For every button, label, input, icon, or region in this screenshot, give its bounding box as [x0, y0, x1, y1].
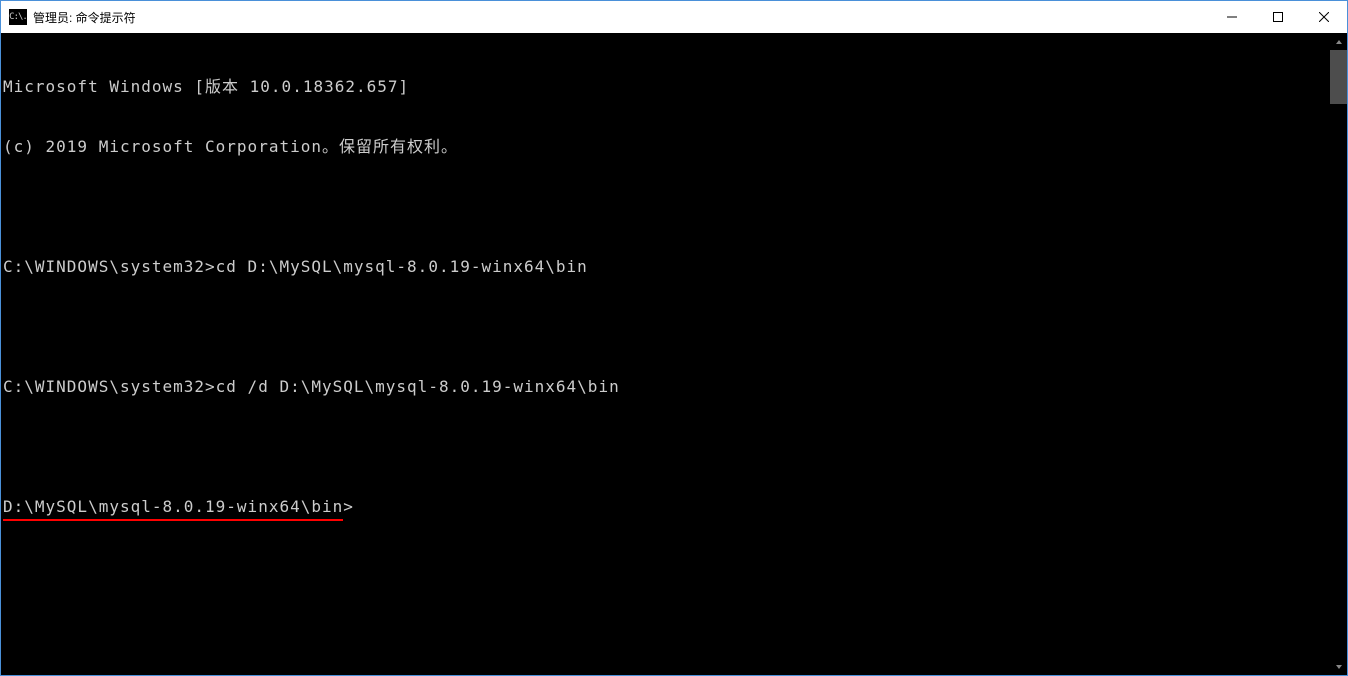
close-button[interactable]	[1301, 1, 1347, 33]
blank-line	[3, 317, 1326, 337]
vertical-scrollbar[interactable]	[1330, 33, 1347, 675]
blank-line	[3, 197, 1326, 217]
close-icon	[1319, 12, 1329, 22]
scroll-up-button[interactable]	[1330, 33, 1347, 50]
prompt: C:\WINDOWS\system32>	[3, 377, 216, 396]
titlebar[interactable]: C:\. 管理员: 命令提示符	[1, 1, 1347, 33]
command-prompt-window: C:\. 管理员: 命令提示符 Microsoft Windows [版本 10…	[0, 0, 1348, 676]
minimize-button[interactable]	[1209, 1, 1255, 33]
command-line: C:\WINDOWS\system32>cd D:\MySQL\mysql-8.…	[3, 257, 1326, 277]
command-text: cd /d D:\MySQL\mysql-8.0.19-winx64\bin	[216, 377, 620, 396]
maximize-button[interactable]	[1255, 1, 1301, 33]
command-text: cd D:\MySQL\mysql-8.0.19-winx64\bin	[216, 257, 588, 276]
output-line: (c) 2019 Microsoft Corporation。保留所有权利。	[3, 137, 1326, 157]
cmd-app-icon: C:\.	[9, 9, 27, 25]
current-prompt-line: D:\MySQL\mysql-8.0.19-winx64\bin>	[3, 497, 1326, 521]
client-area: Microsoft Windows [版本 10.0.18362.657] (c…	[1, 33, 1347, 675]
scrollbar-track[interactable]	[1330, 50, 1347, 658]
maximize-icon	[1273, 12, 1283, 22]
prompt: C:\WINDOWS\system32>	[3, 257, 216, 276]
prompt-caret: >	[343, 497, 354, 516]
command-line: C:\WINDOWS\system32>cd /d D:\MySQL\mysql…	[3, 377, 1326, 397]
window-controls	[1209, 1, 1347, 33]
current-directory: D:\MySQL\mysql-8.0.19-winx64\bin	[3, 497, 343, 521]
scroll-down-button[interactable]	[1330, 658, 1347, 675]
chevron-up-icon	[1335, 38, 1343, 46]
chevron-down-icon	[1335, 663, 1343, 671]
minimize-icon	[1227, 12, 1237, 22]
blank-line	[3, 437, 1326, 457]
terminal-output[interactable]: Microsoft Windows [版本 10.0.18362.657] (c…	[1, 33, 1330, 675]
scrollbar-thumb[interactable]	[1330, 50, 1347, 104]
window-title: 管理员: 命令提示符	[33, 9, 136, 26]
output-line: Microsoft Windows [版本 10.0.18362.657]	[3, 77, 1326, 97]
